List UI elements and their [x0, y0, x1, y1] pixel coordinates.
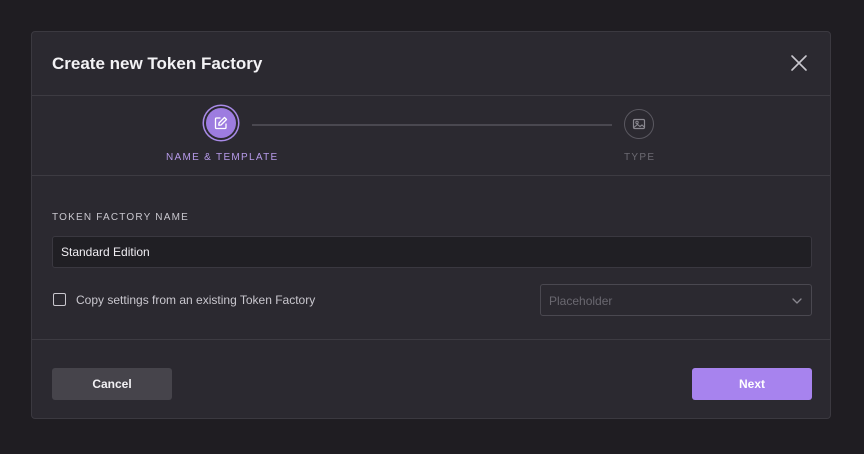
step-connector	[252, 124, 612, 126]
create-token-factory-dialog: Create new Token Factory NAME & TEMPLATE	[31, 31, 831, 419]
edit-icon	[214, 116, 228, 130]
step-type-label: TYPE	[624, 152, 656, 163]
stepper: NAME & TEMPLATE TYPE	[32, 96, 830, 176]
template-select[interactable]: Placeholder	[540, 284, 812, 316]
next-button[interactable]: Next	[692, 368, 812, 400]
dialog-title: Create new Token Factory	[52, 54, 263, 73]
step-type-circle	[624, 109, 654, 139]
template-select-placeholder: Placeholder	[549, 294, 613, 308]
step-name-template-circle	[206, 108, 236, 138]
cancel-button[interactable]: Cancel	[52, 368, 172, 400]
image-icon	[632, 118, 646, 130]
step-name-template-label: NAME & TEMPLATE	[166, 152, 279, 163]
dialog-header: Create new Token Factory	[32, 32, 830, 96]
copy-settings-checkbox[interactable]	[53, 293, 66, 306]
copy-settings-label[interactable]: Copy settings from an existing Token Fac…	[76, 293, 315, 307]
close-icon[interactable]	[790, 54, 808, 72]
token-factory-name-label: TOKEN FACTORY NAME	[52, 212, 190, 223]
token-factory-name-input[interactable]	[52, 236, 812, 268]
chevron-down-icon	[792, 298, 802, 304]
footer-divider	[32, 339, 830, 340]
